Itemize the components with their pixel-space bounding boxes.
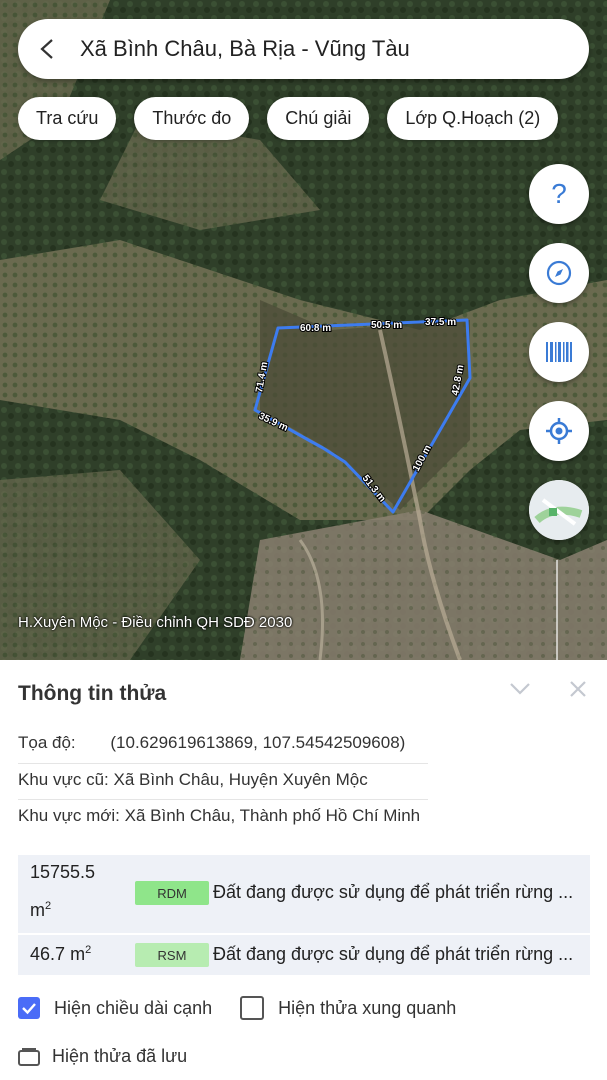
- coordinates-value: (10.629619613869, 107.54542509608): [110, 733, 406, 752]
- map-type-button[interactable]: [529, 480, 589, 540]
- checkbox-checked[interactable]: [18, 997, 40, 1019]
- compass-icon: [546, 260, 572, 286]
- edge-label: 50.5 m: [371, 320, 402, 331]
- map-thumbnail-icon: [529, 480, 589, 540]
- land-area-unit: m2: [30, 900, 52, 920]
- old-area-row: Khu vực cũ: Xã Bình Châu, Huyện Xuyên Mộ…: [18, 770, 368, 790]
- land-code-badge: RSM: [135, 943, 209, 967]
- panel-title: Thông tin thửa: [18, 682, 167, 705]
- land-area-value: 15755.5: [30, 862, 96, 882]
- surrounding-label: Hiện thửa xung quanh: [278, 997, 457, 1018]
- chip-legend[interactable]: Chú giải: [267, 97, 370, 140]
- saved-parcels-toggle[interactable]: Hiện thửa đã lưu: [18, 1046, 187, 1067]
- chip-ruler[interactable]: Thước đo: [134, 97, 250, 140]
- back-icon[interactable]: [18, 19, 78, 79]
- barcode-button[interactable]: [529, 322, 589, 382]
- new-area-value: Xã Bình Châu, Thành phố Hồ Chí Minh: [124, 806, 421, 825]
- location-title: Xã Bình Châu, Bà Rịa - Vũng Tàu: [80, 36, 410, 61]
- saved-parcels-icon: [18, 1047, 40, 1066]
- table-row[interactable]: 15755.5 m2 RDM Đất đang được sử dụng để …: [18, 855, 590, 935]
- land-description: Đất đang được sử dụng để phát triển rừng…: [213, 882, 574, 902]
- chip-lookup[interactable]: Tra cứu: [18, 97, 117, 140]
- my-location-button[interactable]: [529, 401, 589, 461]
- land-description: Đất đang được sử dụng để phát triển rừng…: [213, 944, 574, 964]
- coordinates-label: Tọa độ:: [18, 733, 76, 752]
- compass-button[interactable]: [529, 243, 589, 303]
- chevron-down-icon[interactable]: [509, 682, 531, 696]
- help-button[interactable]: ?: [529, 164, 589, 224]
- divider: [18, 763, 428, 764]
- parcel-info-panel: Thông tin thửa Tọa độ: (10.629619613869,…: [0, 660, 607, 1080]
- divider: [18, 799, 428, 800]
- land-code-badge: RDM: [135, 881, 209, 905]
- barcode-icon: [546, 342, 572, 362]
- map-tool-chips: Tra cứu Thước đo Chú giải Lớp Q.Hoạch (2…: [18, 97, 559, 140]
- land-use-table: 15755.5 m2 RDM Đất đang được sử dụng để …: [18, 855, 590, 977]
- saved-parcels-label: Hiện thửa đã lưu: [52, 1046, 188, 1066]
- checkbox-unchecked[interactable]: [240, 996, 265, 1020]
- edge-length-toggle[interactable]: Hiện chiều dài cạnh Hiện thửa xung quanh: [18, 996, 456, 1020]
- coordinates-row: Tọa độ: (10.629619613869, 107.5454250960…: [18, 733, 405, 753]
- old-area-label: Khu vực cũ:: [18, 770, 109, 789]
- edge-label: 60.8 m: [300, 323, 331, 334]
- search-bar[interactable]: Xã Bình Châu, Bà Rịa - Vũng Tàu: [18, 19, 589, 79]
- close-icon[interactable]: [569, 680, 587, 698]
- location-icon: [546, 418, 572, 444]
- map-layer-caption: H.Xuyên Mộc - Điều chỉnh QH SDĐ 2030: [18, 614, 293, 631]
- land-area: 46.7 m2: [30, 944, 92, 964]
- old-area-value: Xã Bình Châu, Huyện Xuyên Mộc: [113, 770, 368, 789]
- chip-planning-layers[interactable]: Lớp Q.Hoạch (2): [387, 97, 559, 140]
- table-row[interactable]: 46.7 m2 RSM Đất đang được sử dụng để phá…: [18, 935, 590, 977]
- help-icon: ?: [551, 178, 567, 209]
- new-area-label: Khu vực mới:: [18, 806, 120, 825]
- new-area-row: Khu vực mới: Xã Bình Châu, Thành phố Hồ …: [18, 806, 420, 826]
- edge-length-label: Hiện chiều dài cạnh: [54, 997, 213, 1018]
- edge-label: 37.5 m: [425, 317, 456, 328]
- satellite-map[interactable]: 60.8 m 50.5 m 37.5 m 42.8 m 100 m 51.3 m…: [0, 0, 607, 660]
